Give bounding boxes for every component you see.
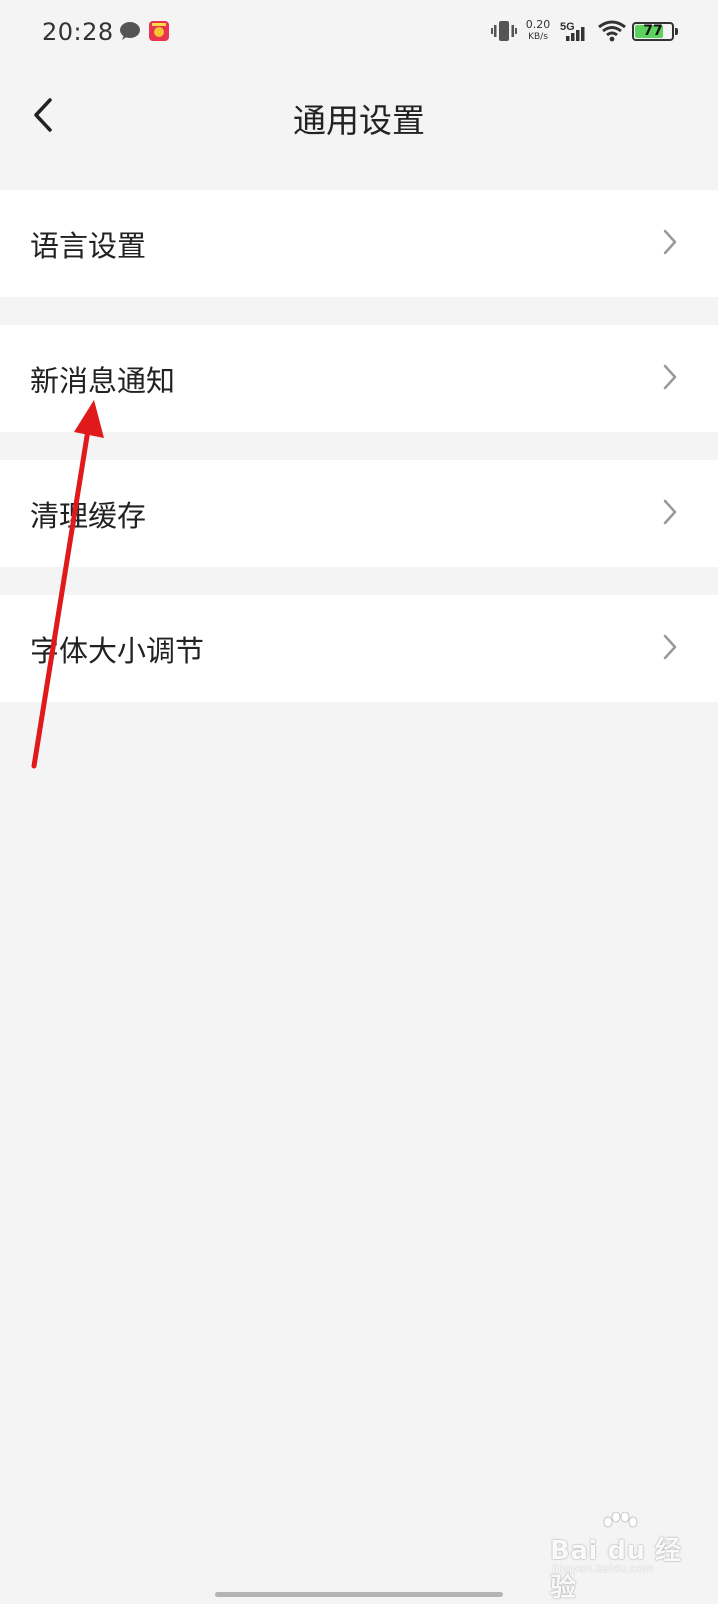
settings-item-label: 清理缓存: [30, 499, 147, 533]
watermark-url: jingyan.baidu.com: [552, 1562, 654, 1575]
chevron-right-icon: [662, 228, 678, 260]
network-speed: 0.20 KB/s: [522, 19, 554, 43]
app-notification-icon: [149, 21, 169, 45]
nav-bar: 通用设置: [0, 66, 718, 166]
battery-icon: 77: [632, 22, 678, 41]
chevron-right-icon: [662, 363, 678, 395]
status-time: 20:28: [42, 18, 114, 46]
settings-item-clear-cache[interactable]: 清理缓存: [0, 460, 718, 567]
network-speed-value: 0.20: [525, 18, 551, 31]
network-speed-unit: KB/s: [528, 32, 548, 42]
watermark-logo: Bai du 经验 jingyan.baidu.com: [548, 1512, 688, 1603]
settings-item-label: 语言设置: [30, 229, 147, 263]
svg-text:5G: 5G: [560, 21, 575, 33]
home-indicator[interactable]: [215, 1592, 503, 1597]
vibrate-icon: [491, 20, 517, 46]
settings-item-label: 字体大小调节: [30, 634, 205, 668]
page-title: 通用设置: [293, 101, 425, 140]
battery-nub: [675, 28, 678, 35]
chevron-right-icon: [662, 633, 678, 665]
chat-bubble-icon: [119, 21, 141, 45]
signal-icon: 5G: [560, 19, 590, 47]
settings-item-font-size[interactable]: 字体大小调节: [0, 595, 718, 702]
status-bar: 20:28 0.20 KB/s 5G 77: [0, 0, 718, 66]
chevron-right-icon: [662, 498, 678, 530]
settings-item-label: 新消息通知: [30, 364, 176, 398]
settings-item-language[interactable]: 语言设置: [0, 190, 718, 297]
wifi-icon: [598, 20, 626, 46]
settings-item-new-message-notification[interactable]: 新消息通知: [0, 325, 718, 432]
battery-level: 77: [643, 23, 663, 39]
